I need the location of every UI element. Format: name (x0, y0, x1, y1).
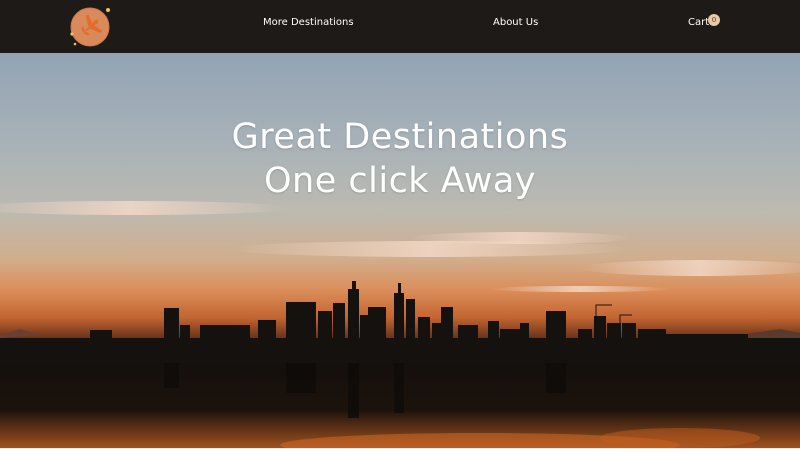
hero-banner: Great Destinations One click Away (0, 53, 800, 448)
navbar: More Destinations About Us Cart 0 (0, 0, 800, 53)
airplane-logo-icon[interactable] (67, 4, 113, 50)
hero-title-line-1: Great Destinations (231, 117, 569, 157)
hero-title: Great Destinations One click Away (0, 115, 800, 203)
nav-link-about-us[interactable]: About Us (493, 17, 538, 28)
nav-link-cart[interactable]: Cart (688, 17, 709, 28)
cart-count-badge: 0 (708, 14, 720, 26)
hero-title-line-2: One click Away (263, 161, 537, 201)
nav-link-more-destinations[interactable]: More Destinations (263, 17, 354, 28)
city-skyline-sunset-image (0, 201, 800, 448)
